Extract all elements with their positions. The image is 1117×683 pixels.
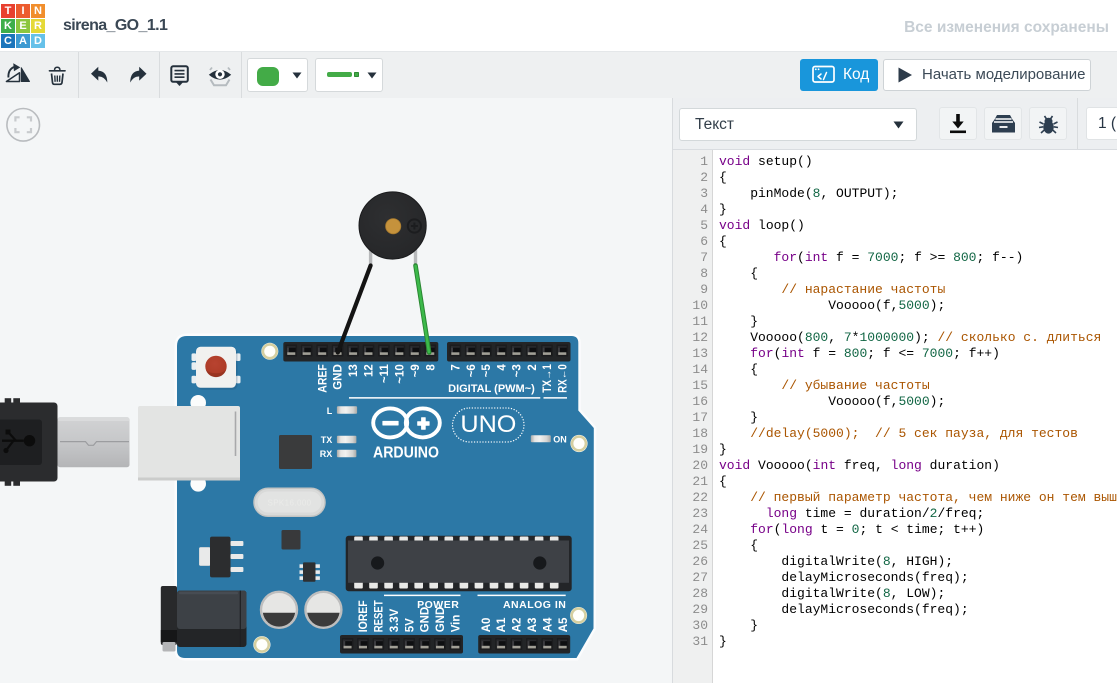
svg-text:~3: ~3 xyxy=(512,364,524,377)
svg-text:TX→1: TX→1 xyxy=(542,364,554,393)
svg-text:8: 8 xyxy=(425,364,437,371)
svg-text:4: 4 xyxy=(496,364,508,371)
svg-text:A0: A0 xyxy=(481,618,493,633)
svg-text:3.3V: 3.3V xyxy=(389,608,401,632)
svg-text:~5: ~5 xyxy=(481,364,493,378)
svg-text:RX←0: RX←0 xyxy=(557,364,569,393)
svg-text:RESET: RESET xyxy=(374,600,386,632)
svg-text:ANALOG IN: ANALOG IN xyxy=(503,599,566,611)
svg-text:A1: A1 xyxy=(496,617,508,632)
svg-text:GND: GND xyxy=(420,607,432,633)
svg-text:RX: RX xyxy=(320,449,333,459)
svg-text:AREF: AREF xyxy=(317,364,329,393)
svg-text:A3: A3 xyxy=(527,618,539,633)
svg-text:~11: ~11 xyxy=(379,364,391,383)
svg-text:2: 2 xyxy=(527,364,539,370)
svg-text:SPK16.000: SPK16.000 xyxy=(267,499,311,508)
svg-text:ARDUINO: ARDUINO xyxy=(373,444,439,461)
svg-text:~6: ~6 xyxy=(466,364,478,377)
svg-text:A2: A2 xyxy=(512,618,524,633)
svg-text:~9: ~9 xyxy=(410,364,422,377)
svg-text:7: 7 xyxy=(451,364,463,370)
svg-text:ON: ON xyxy=(553,434,567,444)
svg-text:UNO: UNO xyxy=(460,411,516,438)
svg-text:~10: ~10 xyxy=(395,364,407,384)
svg-text:5V: 5V xyxy=(404,618,416,632)
svg-text:Vin: Vin xyxy=(451,615,463,633)
svg-text:TX: TX xyxy=(321,435,333,445)
svg-text:A5: A5 xyxy=(558,617,570,632)
svg-text:A4: A4 xyxy=(542,617,554,632)
svg-text:12: 12 xyxy=(364,364,376,377)
svg-text:GND: GND xyxy=(333,364,345,390)
svg-text:L: L xyxy=(327,406,333,416)
svg-text:DIGITAL (PWM~): DIGITAL (PWM~) xyxy=(448,383,535,395)
svg-text:IOREF: IOREF xyxy=(358,600,370,632)
svg-text:13: 13 xyxy=(348,364,360,377)
svg-text:GND: GND xyxy=(435,607,447,633)
